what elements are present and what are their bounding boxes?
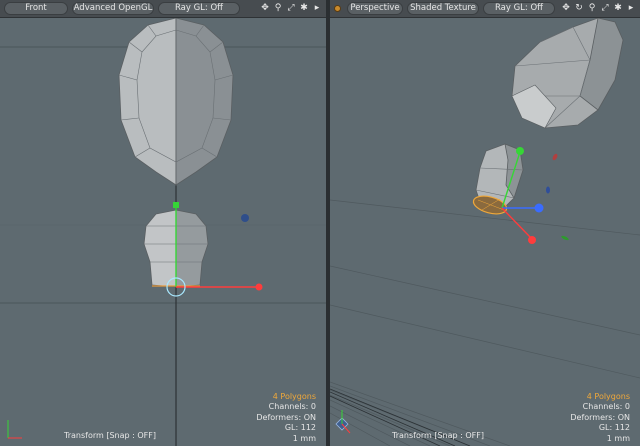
lower-mesh[interactable] (472, 143, 524, 217)
gear-icon[interactable]: ✱ (299, 2, 309, 15)
gizmo-y-handle (173, 202, 179, 208)
viewport-info: 4 Polygons Channels: 0 Deformers: ON GL:… (256, 392, 316, 445)
polygon-count: 4 Polygons (272, 391, 316, 401)
upper-mesh[interactable] (511, 18, 624, 129)
unit-scale: 1 mm (292, 433, 316, 443)
viewport-toolbar: Perspective Shaded Texture Ray GL: Off ✥… (330, 0, 640, 18)
gizmo-x-handle (255, 283, 263, 291)
front-scene[interactable] (0, 18, 328, 446)
upper-mesh[interactable] (118, 18, 234, 186)
channels-count: Channels: 0 (268, 402, 316, 411)
view-mode-button[interactable]: Perspective (347, 2, 403, 15)
move-icon[interactable]: ✥ (260, 2, 270, 15)
viewport-front[interactable]: Front Advanced OpenGL Ray GL: Off ✥ ⚲ ⤢ … (0, 0, 328, 446)
gizmo-z-handle (241, 214, 249, 222)
view-mode-button[interactable]: Front (4, 2, 68, 15)
shading-mode-button[interactable]: Shaded Texture (407, 2, 479, 15)
channels-count: Channels: 0 (582, 402, 630, 411)
viewport-perspective[interactable]: Perspective Shaded Texture Ray GL: Off ✥… (330, 0, 640, 446)
menu-arrow-icon[interactable]: ▸ (626, 2, 636, 15)
menu-arrow-icon[interactable]: ▸ (312, 2, 322, 15)
unit-scale: 1 mm (606, 433, 630, 443)
gl-count: GL: 112 (598, 423, 630, 432)
axis-indicator (7, 420, 22, 439)
raygl-button[interactable]: Ray GL: Off (158, 2, 240, 15)
move-icon[interactable]: ✥ (561, 2, 571, 15)
gizmo-x-axis (501, 207, 532, 239)
search-icon[interactable]: ⚲ (587, 2, 597, 15)
gear-icon[interactable]: ✱ (613, 2, 623, 15)
search-icon[interactable]: ⚲ (273, 2, 283, 15)
raygl-button[interactable]: Ray GL: Off (483, 2, 555, 15)
deformers-status: Deformers: ON (570, 412, 630, 422)
perspective-scene[interactable] (330, 18, 640, 446)
viewport-toolbar: Front Advanced OpenGL Ray GL: Off ✥ ⚲ ⤢ … (0, 0, 326, 18)
rotate-icon[interactable]: ↻ (574, 2, 584, 15)
axis-cube (335, 410, 351, 434)
gizmo-rot-z (546, 186, 550, 194)
fit-icon[interactable]: ⤢ (600, 2, 610, 15)
shading-mode-button[interactable]: Advanced OpenGL (72, 2, 154, 15)
polygon-count: 4 Polygons (586, 391, 630, 401)
tool-status: Transform [Snap : OFF] (392, 431, 484, 440)
fit-icon[interactable]: ⤢ (286, 2, 296, 15)
viewport-info: 4 Polygons Channels: 0 Deformers: ON GL:… (570, 392, 630, 445)
gizmo-y-handle (516, 147, 524, 155)
gizmo-x-handle (528, 236, 536, 244)
gl-count: GL: 112 (284, 423, 316, 432)
viewport-marker-icon[interactable] (334, 5, 341, 12)
gizmo-rot-x (552, 153, 558, 161)
gizmo-z-handle (534, 203, 544, 213)
gizmo-rot-y (561, 235, 569, 241)
tool-status: Transform [Snap : OFF] (64, 431, 156, 440)
deformers-status: Deformers: ON (256, 412, 316, 422)
